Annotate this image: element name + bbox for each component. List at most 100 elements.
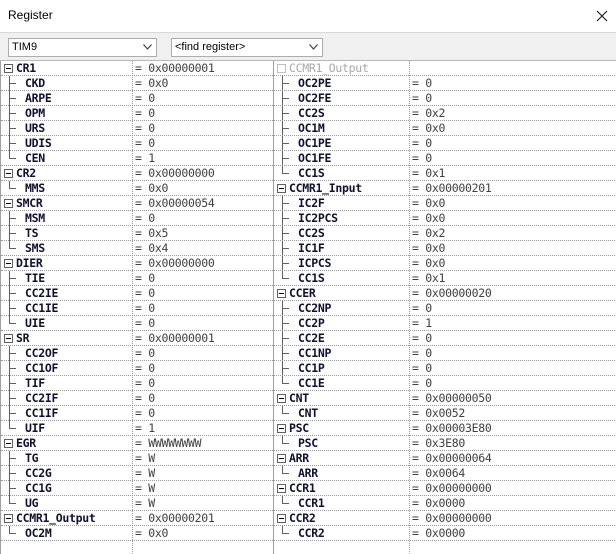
collapse-toggle-icon[interactable] xyxy=(277,484,286,493)
register-value: = 0x2 xyxy=(412,106,446,120)
register-row[interactable]: PSC = 0x00003E80 xyxy=(274,421,616,436)
collapse-toggle-icon[interactable] xyxy=(4,259,13,268)
field-row[interactable]: CC1NP = 0 xyxy=(274,346,616,361)
field-row[interactable]: UDIS = 0 xyxy=(1,136,273,151)
field-row[interactable]: OC2PE = 0 xyxy=(274,76,616,91)
register-value: = 0x0 xyxy=(412,256,446,270)
field-row[interactable]: CC2S = 0x2 xyxy=(274,106,616,121)
field-row[interactable]: CC1G = W xyxy=(1,481,273,496)
field-row[interactable]: OPM = 0 xyxy=(1,106,273,121)
field-row[interactable]: CCR1 = 0x0000 xyxy=(274,496,616,511)
field-row[interactable]: PSC = 0x3E80 xyxy=(274,436,616,451)
collapse-toggle-icon[interactable] xyxy=(277,184,286,193)
register-name: CC1OF xyxy=(25,361,59,375)
field-row[interactable]: CC1OF = 0 xyxy=(1,361,273,376)
field-row[interactable]: TG = W xyxy=(1,451,273,466)
collapse-toggle-icon[interactable] xyxy=(277,64,286,73)
field-row[interactable]: MSM = 0 xyxy=(1,211,273,226)
field-row[interactable]: CC2S = 0x2 xyxy=(274,226,616,241)
field-row[interactable]: MMS = 0x0 xyxy=(1,181,273,196)
register-row[interactable]: CCR1 = 0x00000000 xyxy=(274,481,616,496)
register-value: = 0x0 xyxy=(412,121,446,135)
register-row[interactable]: CCER = 0x00000020 xyxy=(274,286,616,301)
field-row[interactable]: ICPCS = 0x0 xyxy=(274,256,616,271)
field-row[interactable]: OC2M = 0x0 xyxy=(1,526,273,541)
collapse-toggle-icon[interactable] xyxy=(277,424,286,433)
field-row[interactable]: OC1M = 0x0 xyxy=(274,121,616,136)
peripheral-select-value: TIM9 xyxy=(12,41,38,53)
collapse-toggle-icon[interactable] xyxy=(277,289,286,298)
register-name: UIF xyxy=(25,421,45,435)
register-name: CC2S xyxy=(298,106,325,120)
field-row[interactable]: TS = 0x5 xyxy=(1,226,273,241)
register-row[interactable]: CCR2 = 0x00000000 xyxy=(274,511,616,526)
close-icon[interactable] xyxy=(595,9,609,23)
field-row[interactable]: CC1P = 0 xyxy=(274,361,616,376)
register-name: CNT xyxy=(298,406,318,420)
peripheral-select[interactable]: TIM9 xyxy=(8,38,157,57)
collapse-toggle-icon[interactable] xyxy=(4,514,13,523)
register-value: = 1 xyxy=(412,316,432,330)
field-row[interactable]: CC2NP = 0 xyxy=(274,301,616,316)
field-row[interactable]: CC1IF = 0 xyxy=(1,406,273,421)
field-row[interactable]: ARR = 0x0064 xyxy=(274,466,616,481)
field-row[interactable]: CC2IF = 0 xyxy=(1,391,273,406)
register-name: ARR xyxy=(289,451,309,465)
field-row[interactable]: ARPE = 0 xyxy=(1,91,273,106)
field-row[interactable]: CC1S = 0x1 xyxy=(274,166,616,181)
field-row[interactable]: CC2IE = 0 xyxy=(1,286,273,301)
register-value: = 0x1 xyxy=(412,166,446,180)
register-row[interactable]: CNT = 0x00000050 xyxy=(274,391,616,406)
find-register-select[interactable]: <find register> xyxy=(171,38,323,57)
field-row[interactable]: OC2FE = 0 xyxy=(274,91,616,106)
field-row[interactable]: IC1F = 0x0 xyxy=(274,241,616,256)
register-row[interactable]: CCMR1_Output xyxy=(274,61,616,76)
collapse-toggle-icon[interactable] xyxy=(277,394,286,403)
field-row[interactable]: CC1IE = 0 xyxy=(1,301,273,316)
field-row[interactable]: OC1PE = 0 xyxy=(274,136,616,151)
field-row[interactable]: CKD = 0x0 xyxy=(1,76,273,91)
field-row[interactable]: OC1FE = 0 xyxy=(274,151,616,166)
field-row[interactable]: UIE = 0 xyxy=(1,316,273,331)
field-row[interactable]: UG = W xyxy=(1,496,273,511)
field-row[interactable]: IC2F = 0x0 xyxy=(274,196,616,211)
tree-connector xyxy=(278,361,289,376)
field-row[interactable]: CC1S = 0x1 xyxy=(274,271,616,286)
field-row[interactable]: CNT = 0x0052 xyxy=(274,406,616,421)
register-row[interactable]: DIER = 0x00000000 xyxy=(1,256,273,271)
register-row[interactable]: ARR = 0x00000064 xyxy=(274,451,616,466)
field-row[interactable]: CC2OF = 0 xyxy=(1,346,273,361)
register-row[interactable]: CCMR1_Input = 0x00000201 xyxy=(274,181,616,196)
field-row[interactable]: CC1E = 0 xyxy=(274,376,616,391)
field-row[interactable]: TIF = 0 xyxy=(1,376,273,391)
collapse-toggle-icon[interactable] xyxy=(277,454,286,463)
field-row[interactable]: CEN = 1 xyxy=(1,151,273,166)
field-row[interactable]: CC2G = W xyxy=(1,466,273,481)
collapse-toggle-icon[interactable] xyxy=(4,199,13,208)
collapse-toggle-icon[interactable] xyxy=(4,439,13,448)
collapse-toggle-icon[interactable] xyxy=(4,334,13,343)
field-row[interactable]: SMS = 0x4 xyxy=(1,241,273,256)
register-row[interactable]: SMCR = 0x00000054 xyxy=(1,196,273,211)
register-value: = 0x0 xyxy=(412,196,446,210)
field-row[interactable]: TIE = 0 xyxy=(1,271,273,286)
register-row[interactable]: CR2 = 0x00000000 xyxy=(1,166,273,181)
register-row[interactable]: EGR = WWWWWWWW xyxy=(1,436,273,451)
field-row[interactable]: URS = 0 xyxy=(1,121,273,136)
collapse-toggle-icon[interactable] xyxy=(4,169,13,178)
field-row[interactable]: UIF = 1 xyxy=(1,421,273,436)
field-row[interactable]: CCR2 = 0x0000 xyxy=(274,526,616,541)
register-row[interactable]: CR1 = 0x00000001 xyxy=(1,61,273,76)
field-row[interactable]: IC2PCS = 0x0 xyxy=(274,211,616,226)
field-row[interactable]: CC2E = 0 xyxy=(274,331,616,346)
register-value: = 0 xyxy=(135,106,155,120)
register-name: EGR xyxy=(16,436,36,450)
register-row[interactable]: CCMR1_Output = 0x00000201 xyxy=(1,511,273,526)
collapse-toggle-icon[interactable] xyxy=(4,64,13,73)
collapse-toggle-icon[interactable] xyxy=(277,514,286,523)
register-row[interactable]: SR = 0x00000001 xyxy=(1,331,273,346)
register-value: = 0 xyxy=(135,376,155,390)
tree-connector xyxy=(278,226,289,241)
tree-connector xyxy=(5,391,16,406)
field-row[interactable]: CC2P = 1 xyxy=(274,316,616,331)
